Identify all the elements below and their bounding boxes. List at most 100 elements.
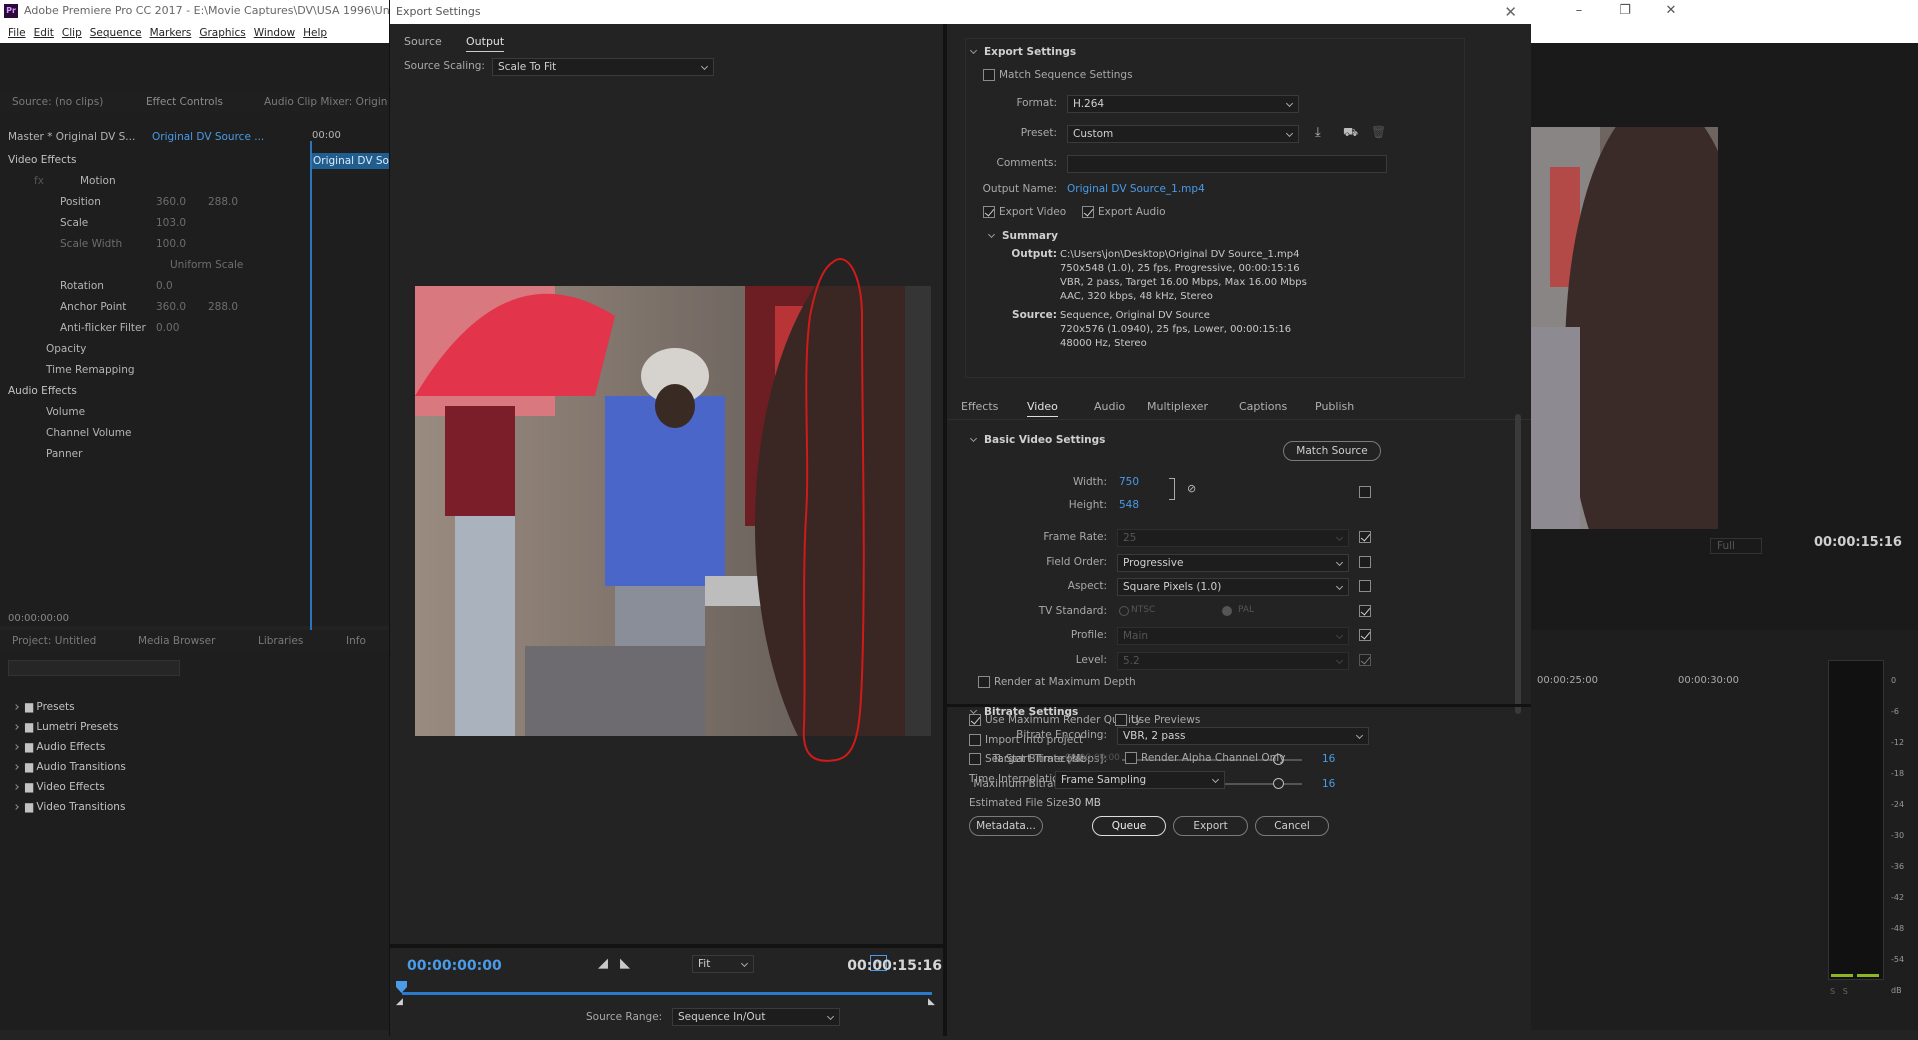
project-search-input[interactable] <box>8 660 180 676</box>
tab-info[interactable]: Info <box>346 630 366 652</box>
import-project-checkbox[interactable] <box>969 734 981 746</box>
tab-effects[interactable]: Effects <box>961 398 998 416</box>
constrain-proportions-icon[interactable]: ⊘ <box>1187 482 1196 495</box>
use-previews-checkbox[interactable] <box>1115 714 1127 726</box>
width-value[interactable]: 750 <box>1119 476 1139 488</box>
tab-project[interactable]: Project: Untitled <box>12 630 96 652</box>
bitrate-encoding-select[interactable]: VBR, 2 pass <box>1117 727 1369 745</box>
tab-audio-clip-mixer[interactable]: Audio Clip Mixer: Origin <box>264 91 387 113</box>
alpha-only-checkbox[interactable] <box>1125 752 1137 764</box>
antiflicker-row[interactable]: Anti-flicker Filter 0.00 <box>8 320 308 337</box>
tab-audio[interactable]: Audio <box>1094 398 1125 416</box>
pal-radio[interactable] <box>1222 606 1232 616</box>
bin-video-transitions[interactable]: ▆ Video Transitions <box>13 797 126 817</box>
profile-match-checkbox[interactable] <box>1359 629 1371 641</box>
tv-standard-match-checkbox[interactable] <box>1359 605 1371 617</box>
comments-input[interactable] <box>1067 155 1387 173</box>
format-select[interactable]: H.264 <box>1067 95 1299 113</box>
field-order-select[interactable]: Progressive <box>1117 554 1349 572</box>
tab-publish[interactable]: Publish <box>1315 398 1354 416</box>
delete-preset-icon[interactable]: 🗑 <box>1371 125 1386 139</box>
master-clip-label[interactable]: Master * Original DV S... <box>8 131 135 143</box>
tab-effect-controls[interactable]: Effect Controls <box>146 91 223 113</box>
level-match-checkbox[interactable] <box>1359 654 1371 666</box>
start-timecode-value[interactable]: 00:00:00:00 <box>1065 753 1120 763</box>
minimize-icon[interactable]: – <box>1556 0 1602 24</box>
mark-out-icon[interactable]: ◣ <box>620 956 630 971</box>
volume-row[interactable]: Volume <box>8 404 308 421</box>
source-range-bar[interactable] <box>402 992 932 995</box>
tab-media-browser[interactable]: Media Browser <box>138 630 215 652</box>
bin-audio-transitions[interactable]: ▆ Audio Transitions <box>13 757 126 777</box>
tab-video[interactable]: Video <box>1027 398 1058 417</box>
tab-source-preview[interactable]: Source <box>404 33 442 51</box>
profile-select[interactable]: Main <box>1117 627 1349 645</box>
rotation-row[interactable]: Rotation 0.0 <box>8 278 308 295</box>
channel-volume-row[interactable]: Channel Volume <box>8 425 308 442</box>
tab-output-preview[interactable]: Output <box>466 33 505 52</box>
save-preset-icon[interactable]: ⤓ <box>1315 125 1321 140</box>
time-remapping-row[interactable]: Time Remapping <box>8 362 308 379</box>
bin-lumetri-presets[interactable]: ▆ Lumetri Presets <box>13 717 126 737</box>
max-render-quality-checkbox[interactable] <box>969 714 981 726</box>
time-interpolation-select[interactable]: Frame Sampling <box>1055 771 1225 789</box>
export-video-checkbox[interactable] <box>983 206 995 218</box>
menu-markers[interactable]: Markers <box>150 24 192 43</box>
menu-window[interactable]: Window <box>254 24 295 43</box>
frame-rate-select[interactable]: 25 <box>1117 529 1349 547</box>
start-timecode-checkbox[interactable] <box>969 753 981 765</box>
anchor-point-row[interactable]: Anchor Point 360.0 288.0 <box>8 299 308 316</box>
match-sequence-checkbox[interactable] <box>983 69 995 81</box>
metadata-button[interactable]: Metadata... <box>969 816 1043 836</box>
export-settings-header[interactable]: Export Settings <box>969 46 1076 58</box>
height-value[interactable]: 548 <box>1119 499 1139 511</box>
clip-bar[interactable]: Original DV So <box>310 153 389 169</box>
range-in-handle[interactable]: ◢ <box>396 997 403 1007</box>
bin-video-effects[interactable]: ▆ Video Effects <box>13 777 126 797</box>
width-match-checkbox[interactable] <box>1359 486 1371 498</box>
export-audio-checkbox[interactable] <box>1082 206 1094 218</box>
menu-file[interactable]: File <box>8 24 26 43</box>
ntsc-radio[interactable] <box>1119 606 1129 616</box>
max-bitrate-thumb[interactable] <box>1273 778 1284 789</box>
menu-clip[interactable]: Clip <box>62 24 82 43</box>
max-bitrate-value[interactable]: 16 <box>1322 778 1335 790</box>
target-bitrate-value[interactable]: 16 <box>1322 753 1335 765</box>
opacity-row[interactable]: Opacity <box>8 341 308 358</box>
mark-in-icon[interactable]: ◢ <box>598 956 608 971</box>
tab-captions[interactable]: Captions <box>1239 398 1287 416</box>
close-icon[interactable]: ✕ <box>1648 0 1694 24</box>
solo-buttons[interactable]: S S <box>1830 987 1848 996</box>
preview-playhead[interactable] <box>396 981 407 993</box>
tab-libraries[interactable]: Libraries <box>258 630 303 652</box>
match-source-button[interactable]: Match Source <box>1283 441 1381 461</box>
bin-presets[interactable]: ▆ Presets <box>13 697 126 717</box>
dialog-close-icon[interactable]: ✕ <box>1504 0 1517 24</box>
clip-selector[interactable]: Original DV Source ... <box>152 131 264 143</box>
export-button[interactable]: Export <box>1173 816 1248 836</box>
scale-row[interactable]: Scale 103.0 <box>8 215 308 232</box>
level-select[interactable]: 5.2 <box>1117 652 1349 670</box>
menu-sequence[interactable]: Sequence <box>90 24 142 43</box>
tab-multiplexer[interactable]: Multiplexer <box>1147 398 1208 416</box>
basic-video-header[interactable]: Basic Video Settings <box>969 434 1105 446</box>
tab-source[interactable]: Source: (no clips) <box>12 91 103 113</box>
source-scaling-select[interactable]: Scale To Fit <box>492 58 714 76</box>
settings-scrollbar[interactable] <box>1515 414 1521 714</box>
max-depth-checkbox[interactable] <box>978 676 990 688</box>
range-out-handle[interactable]: ◣ <box>928 997 935 1007</box>
timecode-in[interactable]: 00:00:00:00 <box>407 958 502 974</box>
menu-help[interactable]: Help <box>303 24 327 43</box>
import-preset-icon[interactable]: ⛟ <box>1343 125 1358 141</box>
field-order-match-checkbox[interactable] <box>1359 556 1371 568</box>
summary-header[interactable]: Summary <box>987 230 1058 242</box>
frame-rate-match-checkbox[interactable] <box>1359 531 1371 543</box>
preset-select[interactable]: Custom <box>1067 125 1299 143</box>
maximize-icon[interactable]: ❐ <box>1602 0 1648 24</box>
program-zoom-select[interactable]: Full <box>1710 538 1762 554</box>
menu-graphics[interactable]: Graphics <box>199 24 245 43</box>
uniform-scale-row[interactable]: Uniform Scale <box>8 257 308 274</box>
menu-edit[interactable]: Edit <box>34 24 54 43</box>
cancel-button[interactable]: Cancel <box>1255 816 1329 836</box>
queue-button[interactable]: Queue <box>1092 816 1166 836</box>
